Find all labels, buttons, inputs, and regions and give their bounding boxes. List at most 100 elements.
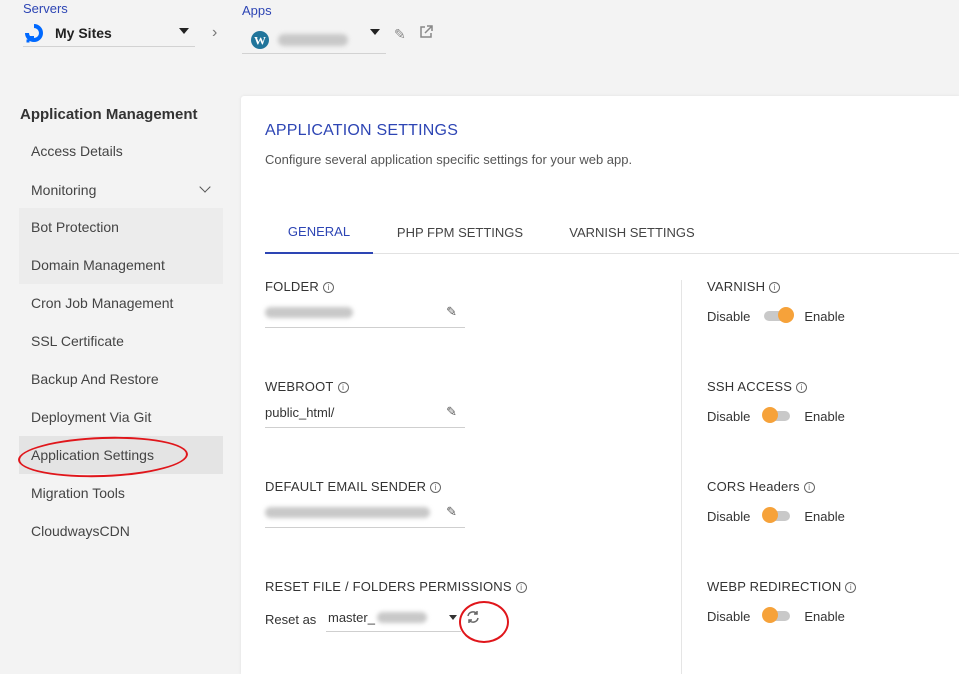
info-icon[interactable]: i xyxy=(845,582,857,593)
reset-permissions-label-text: RESET FILE / FOLDERS PERMISSIONS xyxy=(265,579,512,594)
sidebar-item-cloudwayscdn[interactable]: CloudwaysCDN xyxy=(19,512,223,550)
tab-varnish-settings[interactable]: VARNISH SETTINGS xyxy=(555,210,709,254)
info-icon[interactable]: i xyxy=(430,482,442,493)
sidebar-item-monitoring[interactable]: Monitoring xyxy=(19,171,223,209)
tab-php-fpm-settings[interactable]: PHP FPM SETTINGS xyxy=(385,210,535,254)
varnish-label-text: VARNISH xyxy=(707,279,766,294)
sidebar-item-bot-protection[interactable]: Bot Protection xyxy=(19,208,223,246)
disable-text: Disable xyxy=(707,508,751,524)
toggle-knob xyxy=(762,607,779,623)
info-icon[interactable]: i xyxy=(803,482,815,493)
webp-redirection-label: WEBP REDIRECTION i xyxy=(707,579,857,594)
sidebar-title: Application Management xyxy=(20,106,198,123)
enable-text: Enable xyxy=(804,608,845,624)
reset-user-value: master_ xyxy=(328,610,375,625)
external-link-icon[interactable] xyxy=(419,25,433,42)
sidebar-item-label: Access Details xyxy=(31,143,123,159)
sidebar-item-domain-management[interactable]: Domain Management xyxy=(19,246,223,284)
email-sender-label: DEFAULT EMAIL SENDER i xyxy=(265,479,442,494)
webp-redirection-toggle[interactable] xyxy=(762,607,791,623)
sidebar-item-deployment-via-git[interactable]: Deployment Via Git xyxy=(19,398,223,436)
info-icon[interactable]: i xyxy=(515,582,527,593)
sidebar-item-label: Migration Tools xyxy=(31,485,125,501)
sidebar-item-ssl-certificate[interactable]: SSL Certificate xyxy=(19,322,223,360)
sidebar-item-access-details[interactable]: Access Details xyxy=(19,132,223,170)
chevron-right-icon: › xyxy=(212,24,218,41)
apps-label: Apps xyxy=(242,3,272,18)
page-title: APPLICATION SETTINGS xyxy=(265,122,459,139)
sidebar-item-label: Deployment Via Git xyxy=(31,409,152,425)
tab-bar: GENERAL PHP FPM SETTINGS VARNISH SETTING… xyxy=(265,210,959,254)
reset-permissions-label: RESET FILE / FOLDERS PERMISSIONS i xyxy=(265,579,527,594)
svg-text:W: W xyxy=(254,33,266,47)
webroot-value: public_html/ xyxy=(265,405,335,420)
toggle-knob xyxy=(762,407,779,423)
reset-as-label: Reset as xyxy=(265,612,317,627)
sidebar-item-label: Bot Protection xyxy=(31,219,119,235)
sidebar-item-backup-and-restore[interactable]: Backup And Restore xyxy=(19,360,223,398)
main-panel: APPLICATION SETTINGS Configure several a… xyxy=(241,96,959,674)
info-icon[interactable]: i xyxy=(322,282,334,293)
digitalocean-icon xyxy=(25,23,43,42)
enable-text: Enable xyxy=(804,408,845,424)
pencil-icon[interactable]: ✎ xyxy=(446,304,457,320)
chevron-down-icon[interactable] xyxy=(199,181,211,193)
disable-text: Disable xyxy=(707,408,751,424)
app-name-redacted xyxy=(278,33,348,46)
server-select[interactable]: My Sites xyxy=(23,19,195,47)
ssh-access-toggle[interactable] xyxy=(762,407,791,423)
chevron-down-icon xyxy=(179,28,189,34)
sidebar-item-cron-job-management[interactable]: Cron Job Management xyxy=(19,284,223,322)
chevron-down-icon xyxy=(370,29,380,35)
sidebar-item-label: Cron Job Management xyxy=(31,295,174,311)
cors-headers-toggle[interactable] xyxy=(762,507,791,523)
sidebar-item-label: CloudwaysCDN xyxy=(31,523,130,539)
cors-headers-label: CORS Headers i xyxy=(707,479,815,494)
sidebar-item-label: Monitoring xyxy=(31,182,97,198)
webroot-label: WEBROOT i xyxy=(265,379,349,394)
wordpress-icon: W xyxy=(251,30,269,49)
varnish-toggle-row: Disable Enable xyxy=(707,306,845,326)
pencil-icon[interactable]: ✎ xyxy=(394,26,406,43)
chevron-down-icon xyxy=(449,615,457,620)
page-subtitle: Configure several application specific s… xyxy=(265,152,633,167)
email-sender-field[interactable]: ✎ xyxy=(265,498,465,528)
pencil-icon[interactable]: ✎ xyxy=(446,504,457,520)
enable-text: Enable xyxy=(804,308,845,324)
sidebar-item-label: Domain Management xyxy=(31,257,165,273)
folder-label-text: FOLDER xyxy=(265,279,319,294)
disable-text: Disable xyxy=(707,308,751,324)
disable-text: Disable xyxy=(707,608,751,624)
ssh-access-label: SSH ACCESS i xyxy=(707,379,808,394)
varnish-label: VARNISH i xyxy=(707,279,781,294)
sidebar-item-label: SSL Certificate xyxy=(31,333,124,349)
red-annotation-circle xyxy=(459,601,509,643)
webp-redirection-label-text: WEBP REDIRECTION xyxy=(707,579,842,594)
reset-user-select[interactable]: master_ xyxy=(326,604,461,632)
info-icon[interactable]: i xyxy=(796,382,808,393)
info-icon[interactable]: i xyxy=(769,282,781,293)
webp-redirection-toggle-row: Disable Enable xyxy=(707,606,845,626)
folder-label: FOLDER i xyxy=(265,279,334,294)
app-select[interactable]: W xyxy=(242,26,386,54)
cors-headers-toggle-row: Disable Enable xyxy=(707,506,845,526)
tab-general[interactable]: GENERAL xyxy=(265,210,373,254)
email-value-redacted xyxy=(265,507,430,518)
sidebar-item-migration-tools[interactable]: Migration Tools xyxy=(19,474,223,512)
enable-text: Enable xyxy=(804,508,845,524)
reset-user-redacted xyxy=(376,612,427,623)
column-divider xyxy=(681,280,682,674)
webroot-field[interactable]: public_html/ ✎ xyxy=(265,398,465,428)
folder-field[interactable]: ✎ xyxy=(265,298,465,328)
servers-label: Servers xyxy=(23,1,68,16)
sidebar-item-label: Backup And Restore xyxy=(31,371,159,387)
varnish-toggle[interactable] xyxy=(764,307,795,323)
webroot-label-text: WEBROOT xyxy=(265,379,334,394)
info-icon[interactable]: i xyxy=(337,382,349,393)
toggle-knob xyxy=(778,307,795,323)
server-name: My Sites xyxy=(55,24,112,41)
ssh-access-label-text: SSH ACCESS xyxy=(707,379,793,394)
ssh-access-toggle-row: Disable Enable xyxy=(707,406,845,426)
email-sender-label-text: DEFAULT EMAIL SENDER xyxy=(265,479,427,494)
pencil-icon[interactable]: ✎ xyxy=(446,404,457,420)
